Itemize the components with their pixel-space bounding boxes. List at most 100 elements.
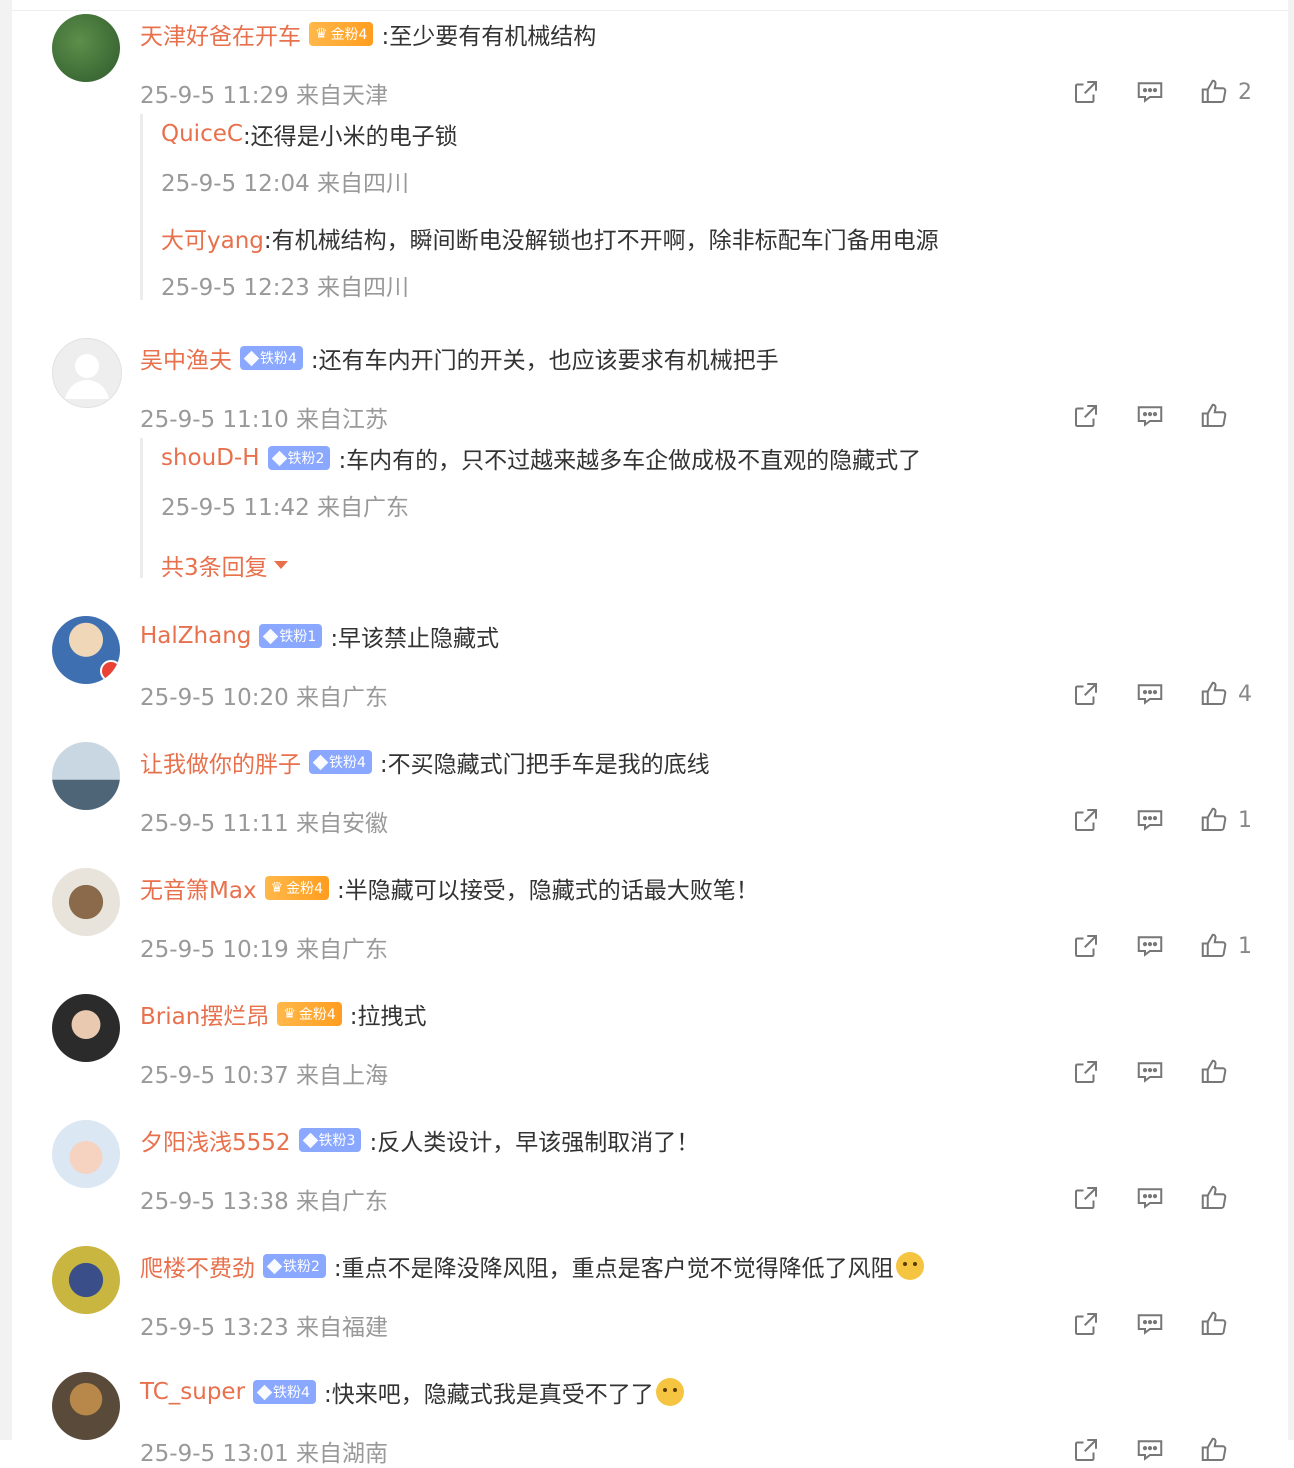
share-icon[interactable] [1068, 928, 1104, 964]
reply-thread: QuiceC:还得是小米的电子锁 25-9-5 12:04 来自四川 大可yan… [140, 114, 1243, 301]
avatar[interactable] [52, 742, 120, 810]
thumbs-up-icon[interactable] [1196, 1054, 1232, 1090]
reply-text: :车内有的，只不过越来越多车企做成极不直观的隐藏式了 [338, 448, 922, 474]
fan-badge: 铁粉3 [298, 1128, 362, 1152]
diamond-icon [312, 754, 329, 770]
fan-badge: 铁粉2 [267, 446, 331, 470]
share-icon[interactable] [1068, 1306, 1104, 1342]
avatar[interactable] [52, 1372, 120, 1440]
comment-text: :拉拽式 [349, 1004, 427, 1030]
more-replies-link[interactable]: 共3条回复 [161, 548, 288, 582]
comment-actions [1040, 1054, 1252, 1090]
page-left-gutter [0, 0, 12, 1440]
avatar[interactable] [52, 338, 122, 408]
comment-meta: 25-9-5 11:11 来自安徽 [140, 811, 389, 837]
username[interactable]: 夕阳浅浅5552 [140, 1123, 291, 1157]
fan-badge-label: 金粉4 [330, 27, 368, 43]
comment-icon[interactable] [1132, 398, 1168, 434]
fan-badge-label: 金粉4 [286, 881, 324, 897]
like-count: 2 [1238, 79, 1252, 105]
fan-badge-label: 铁粉4 [329, 755, 366, 771]
comment-icon[interactable] [1132, 928, 1168, 964]
username[interactable]: Brian摆烂昂 [140, 997, 269, 1031]
username[interactable]: 让我做你的胖子 [140, 745, 301, 779]
comment-text: :半隐藏可以接受，隐藏式的话最大败笔！ [337, 878, 759, 904]
thumbs-up-icon[interactable] [1196, 1180, 1232, 1216]
diamond-icon [271, 450, 287, 466]
thumbs-up-icon[interactable] [1196, 1432, 1232, 1468]
comment-icon[interactable] [1132, 1054, 1168, 1090]
fan-badge-label: 铁粉2 [287, 451, 325, 467]
thumbs-up-icon[interactable] [1196, 398, 1232, 434]
diamond-icon [243, 350, 260, 366]
share-icon[interactable] [1068, 74, 1104, 110]
comment-icon[interactable] [1132, 1432, 1168, 1468]
reply-username[interactable]: shouD-H [161, 445, 260, 471]
comment-actions: 2 [1040, 74, 1252, 110]
page-right-gutter [1288, 0, 1294, 1440]
comment-header: TC_super 铁粉4 :快来吧，隐藏式我是真受不了了 [140, 1376, 684, 1408]
thumbs-up-icon[interactable] [1196, 928, 1232, 964]
username[interactable]: HalZhang [140, 623, 251, 649]
comment-actions [1040, 398, 1252, 434]
page-top-border [12, 0, 1288, 11]
comment-icon[interactable] [1132, 1306, 1168, 1342]
comment-header: 天津好爸在开车 ♛ 金粉4 :至少要有有机械结构 [140, 18, 596, 50]
doge-emoji-icon [895, 1252, 924, 1280]
avatar[interactable] [52, 994, 120, 1062]
comment-icon[interactable] [1132, 1180, 1168, 1216]
thumbs-up-icon[interactable] [1196, 74, 1232, 110]
share-icon[interactable] [1068, 676, 1104, 712]
crown-icon: ♛ [270, 880, 284, 896]
share-icon[interactable] [1068, 1432, 1104, 1468]
comment-icon[interactable] [1132, 74, 1168, 110]
like-count: 1 [1238, 933, 1252, 959]
share-icon[interactable] [1068, 398, 1104, 434]
comment-text: :至少要有有机械结构 [381, 24, 597, 50]
avatar[interactable] [52, 1246, 120, 1314]
reply-meta: 25-9-5 12:04 来自四川 [161, 171, 410, 197]
default-avatar-icon [65, 354, 109, 399]
reply-meta: 25-9-5 12:23 来自四川 [161, 275, 410, 301]
thumbs-up-icon[interactable] [1196, 676, 1232, 712]
username[interactable]: 爬楼不费劲 [140, 1249, 255, 1283]
comment-header: HalZhang 铁粉1 :早该禁止隐藏式 [140, 620, 499, 652]
comment-header: Brian摆烂昂 ♛ 金粉4 :拉拽式 [140, 998, 427, 1030]
comment-icon[interactable] [1132, 802, 1168, 838]
username[interactable]: 吴中渔夫 [140, 341, 232, 375]
fan-badge: 铁粉2 [263, 1254, 326, 1278]
comment-text: :早该禁止隐藏式 [330, 626, 500, 652]
avatar[interactable] [52, 14, 120, 82]
fan-badge: ♛ 金粉4 [309, 22, 374, 46]
comment-meta: 25-9-5 13:01 来自湖南 [140, 1441, 389, 1467]
reply-username[interactable]: 大可yang [161, 221, 264, 255]
reply-item: QuiceC:还得是小米的电子锁 25-9-5 12:04 来自四川 [161, 118, 458, 198]
fan-badge: 铁粉1 [259, 624, 323, 648]
reply-username[interactable]: QuiceC [161, 121, 243, 147]
thumbs-up-icon[interactable] [1196, 802, 1232, 838]
comment-meta: 25-9-5 10:20 来自广东 [140, 685, 389, 711]
fan-badge: 铁粉4 [309, 750, 372, 774]
share-icon[interactable] [1068, 802, 1104, 838]
avatar[interactable] [52, 868, 120, 936]
diamond-icon [266, 1258, 283, 1274]
comment-icon[interactable] [1132, 676, 1168, 712]
avatar[interactable] [52, 1120, 120, 1188]
username[interactable]: TC_super [140, 1379, 245, 1405]
share-icon[interactable] [1068, 1054, 1104, 1090]
fan-badge: 铁粉4 [240, 346, 303, 370]
fan-badge: 铁粉4 [253, 1380, 316, 1404]
username[interactable]: 天津好爸在开车 [140, 17, 301, 51]
fan-badge-label: 铁粉4 [273, 1385, 310, 1401]
comment-meta: 25-9-5 11:10 来自江苏 [140, 407, 389, 433]
comment-meta: 25-9-5 13:23 来自福建 [140, 1315, 389, 1341]
fan-badge: ♛ 金粉4 [277, 1002, 342, 1026]
thumbs-up-icon[interactable] [1196, 1306, 1232, 1342]
username[interactable]: 无音箫Max [140, 871, 257, 905]
comment-header: 爬楼不费劲 铁粉2 :重点不是降没降风阻，重点是客户觉不觉得降低了风阻 [140, 1250, 924, 1282]
comment-meta: 25-9-5 10:37 来自上海 [140, 1063, 389, 1089]
comment-actions: 4 [1040, 676, 1252, 712]
crown-icon: ♛ [315, 26, 328, 42]
avatar[interactable] [52, 616, 120, 684]
share-icon[interactable] [1068, 1180, 1104, 1216]
